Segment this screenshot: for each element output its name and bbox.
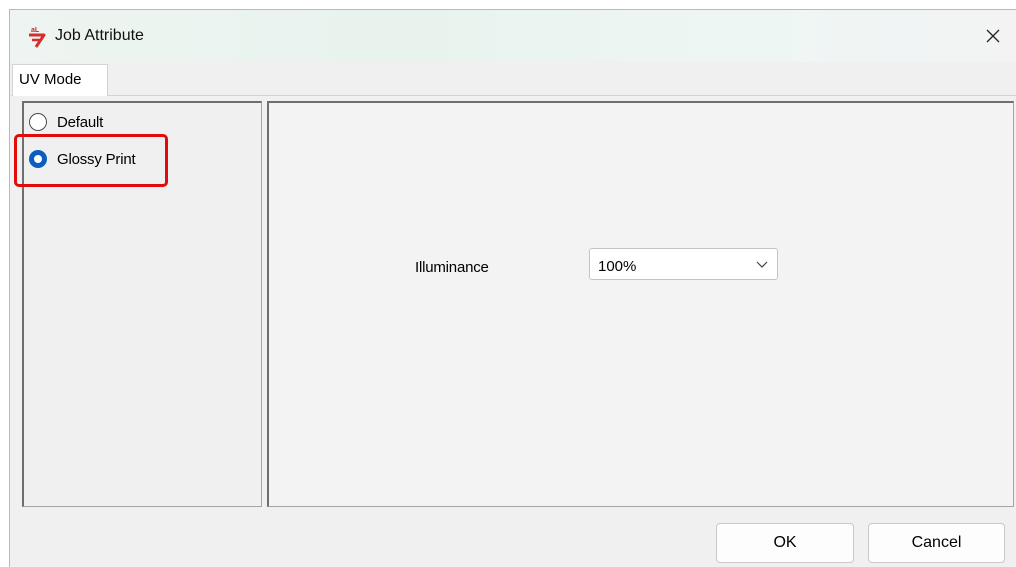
app-logo-icon: aL	[26, 24, 48, 48]
svg-text:aL: aL	[31, 27, 40, 34]
close-button[interactable]	[970, 10, 1016, 62]
window-title: Job Attribute	[55, 27, 144, 44]
tab-uv-mode[interactable]: UV Mode	[12, 64, 108, 96]
settings-pane: Illuminance 100%	[267, 101, 1014, 507]
tab-label: UV Mode	[19, 71, 82, 88]
radio-unchecked-icon[interactable]	[29, 113, 47, 131]
illuminance-value: 100%	[598, 258, 637, 275]
radio-label-default: Default	[57, 113, 104, 131]
title-bar: aL Job Attribute	[10, 10, 1016, 62]
chevron-down-icon	[756, 261, 768, 268]
illuminance-dropdown[interactable]: 100%	[589, 248, 778, 280]
cancel-button[interactable]: Cancel	[868, 523, 1005, 563]
job-attribute-dialog: aL Job Attribute UV Mode Default Glossy …	[9, 9, 1016, 567]
radio-option-default[interactable]: Default	[29, 109, 103, 135]
ok-button[interactable]: OK	[716, 523, 854, 563]
illuminance-label: Illuminance	[415, 259, 489, 276]
selection-highlight-box	[14, 134, 168, 187]
close-icon	[986, 29, 1000, 43]
